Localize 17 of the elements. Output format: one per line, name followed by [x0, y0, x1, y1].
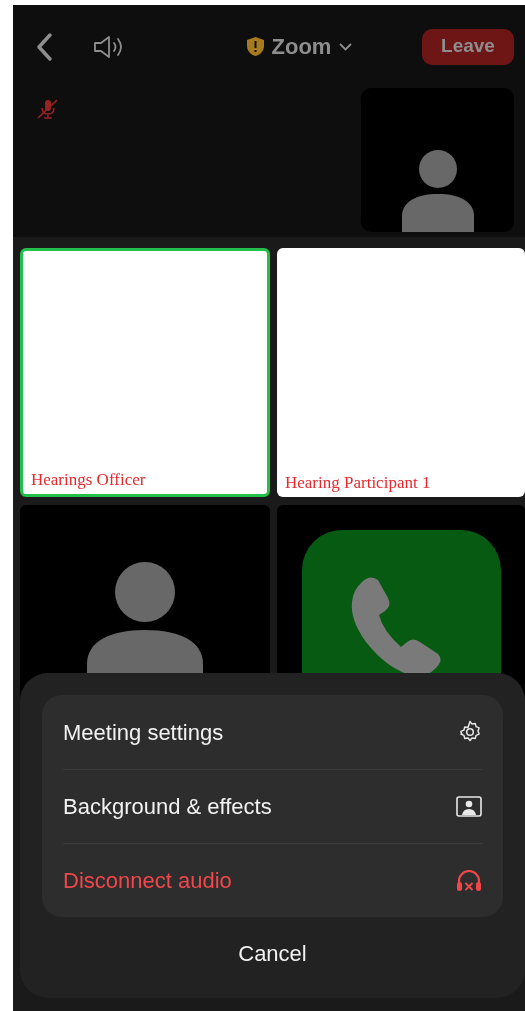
participant-name: Hearings Officer	[31, 468, 146, 491]
video-tile[interactable]: Hearings Officer	[20, 248, 270, 497]
portrait-frame-icon	[456, 796, 482, 817]
leave-button[interactable]: Leave	[422, 28, 514, 65]
menu-item-label[interactable]: Disconnect audio	[63, 864, 232, 897]
menu-item-label[interactable]: Meeting settings	[63, 715, 224, 749]
participant-name: Hearing Participant 1	[285, 471, 431, 494]
chevron-down-icon[interactable]	[339, 42, 353, 51]
shield-icon	[246, 37, 264, 56]
video-tile[interactable]: Hearing Participant 1	[277, 248, 525, 497]
cancel-button[interactable]: Cancel	[232, 936, 313, 971]
back-icon[interactable]	[35, 31, 53, 62]
menu-item-label[interactable]: Background & effects	[63, 790, 272, 823]
headphones-x-icon	[456, 869, 482, 892]
meeting-title[interactable]: Zoom	[271, 30, 332, 63]
avatar-icon	[401, 150, 474, 232]
settings-icon	[458, 720, 482, 744]
